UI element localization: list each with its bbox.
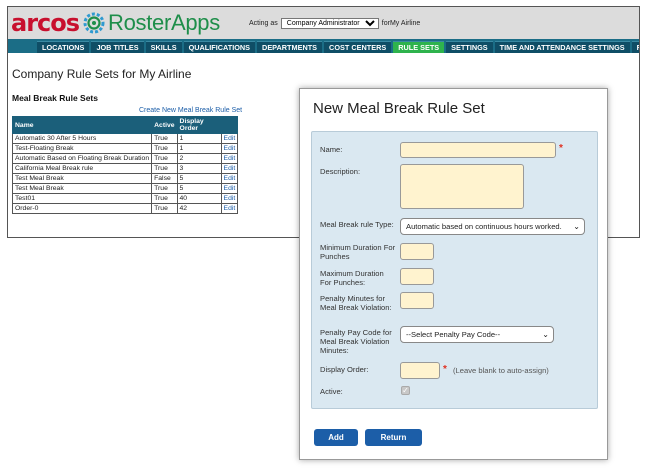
main-nav: LOCATIONS JOB TITLES SKILLS QUALIFICATIO…	[8, 39, 639, 53]
name-required-mark: *	[559, 143, 563, 154]
edit-link[interactable]: Edit	[220, 183, 239, 194]
arcos-logo: arcos	[11, 9, 80, 37]
penalty-minutes-label: Penalty Minutes for Meal Break Violation…	[320, 294, 392, 312]
tab-locations[interactable]: LOCATIONS	[37, 41, 90, 53]
penalty-code-selected-value: --Select Penalty Pay Code--	[406, 330, 501, 339]
rule-set-form: Name: * Description: Meal Break rule Typ…	[311, 131, 598, 409]
rule-order: 42	[176, 203, 222, 214]
rule-active: True	[151, 153, 178, 164]
tab-cost-centers[interactable]: COST CENTERS	[324, 41, 392, 53]
table-row: Test Meal Break True 5 Edit	[11, 183, 239, 194]
rule-name: Automatic 30 After 5 Hours	[11, 133, 153, 144]
tab-departments[interactable]: DEPARTMENTS	[257, 41, 323, 53]
penalty-code-select[interactable]: --Select Penalty Pay Code-- ⌄	[400, 326, 554, 343]
rule-order: 3	[176, 163, 222, 174]
tab-job-titles[interactable]: JOB TITLES	[91, 41, 144, 53]
meal-break-rules-table: Name Active Display Order Automatic 30 A…	[11, 116, 239, 214]
tab-qualifications[interactable]: QUALIFICATIONS	[183, 41, 256, 53]
table-header-row: Name Active Display Order	[11, 116, 239, 134]
rule-type-select[interactable]: Automatic based on continuous hours work…	[400, 218, 585, 235]
rule-order: 2	[176, 153, 222, 164]
page-title: Company Rule Sets for My Airline	[12, 67, 192, 81]
rule-active: True	[151, 183, 178, 194]
table-row: Test Meal Break False 5 Edit	[11, 173, 239, 184]
tab-reports[interactable]: REPORTS	[631, 41, 639, 53]
rule-order: 40	[176, 193, 222, 204]
rule-order: 1	[176, 133, 222, 144]
column-header-name: Name	[11, 116, 153, 134]
acting-as-label: Acting as	[249, 20, 278, 27]
column-header-display-order: Display Order	[176, 116, 222, 134]
rosterapps-logo: RosterApps	[108, 10, 220, 35]
rule-active: True	[151, 203, 178, 214]
active-label: Active:	[320, 387, 343, 396]
rule-type-label: Meal Break rule Type:	[320, 220, 394, 229]
active-checkbox[interactable]: ✓	[401, 386, 410, 395]
app-header: arcos RosterApps Acting as Company Admin…	[8, 7, 639, 39]
rule-active: False	[151, 173, 178, 184]
description-label: Description:	[320, 167, 361, 176]
dialog-title: New Meal Break Rule Set	[313, 100, 485, 117]
rule-name: Automatic Based on Floating Break Durati…	[11, 153, 153, 164]
gear-logo-icon	[83, 12, 105, 34]
column-header-active: Active	[151, 116, 178, 134]
description-textarea[interactable]	[400, 164, 524, 209]
display-order-required-mark: *	[443, 364, 447, 375]
acting-for-label: forMy Airline	[381, 20, 421, 27]
rule-active: True	[151, 163, 178, 174]
column-header-action	[220, 116, 239, 134]
min-duration-input[interactable]	[400, 243, 434, 260]
tab-settings[interactable]: SETTINGS	[446, 41, 493, 53]
chevron-down-icon: ⌄	[573, 222, 580, 231]
table-row: Automatic 30 After 5 Hours True 1 Edit	[11, 133, 239, 144]
rule-name: California Meal Break rule	[11, 163, 153, 174]
rule-order: 5	[176, 183, 222, 194]
rule-active: True	[151, 193, 178, 204]
chevron-down-icon: ⌄	[542, 330, 549, 339]
table-row: Test-Floating Break True 1 Edit	[11, 143, 239, 154]
max-duration-input[interactable]	[400, 268, 434, 285]
rule-name: Test01	[11, 193, 153, 204]
acting-as: Acting as Company Administrator forMy Ai…	[249, 18, 420, 29]
create-rule-set-link[interactable]: Create New Meal Break Rule Set	[139, 107, 242, 114]
name-label: Name:	[320, 145, 343, 154]
rule-name: Test Meal Break	[11, 183, 153, 194]
table-row: California Meal Break rule True 3 Edit	[11, 163, 239, 174]
tab-rule-sets[interactable]: RULE SETS	[393, 41, 445, 53]
rule-name: Order-0	[11, 203, 153, 214]
table-row: Order-0 True 42 Edit	[11, 203, 239, 214]
new-rule-set-dialog: New Meal Break Rule Set Name: * Descript…	[299, 88, 608, 460]
rule-active: True	[151, 143, 178, 154]
edit-link[interactable]: Edit	[220, 143, 239, 154]
add-button[interactable]: Add	[314, 429, 358, 446]
edit-link[interactable]: Edit	[220, 193, 239, 204]
table-row: Test01 True 40 Edit	[11, 193, 239, 204]
penalty-minutes-input[interactable]	[400, 292, 434, 309]
edit-link[interactable]: Edit	[220, 153, 239, 164]
penalty-code-label: Penalty Pay Code for Meal Break Violatio…	[320, 328, 392, 355]
rule-order: 5	[176, 173, 222, 184]
rule-name: Test-Floating Break	[11, 143, 153, 154]
table-row: Automatic Based on Floating Break Durati…	[11, 153, 239, 164]
acting-role-select[interactable]: Company Administrator	[280, 18, 379, 29]
display-order-label: Display Order:	[320, 365, 369, 374]
rule-order: 1	[176, 143, 222, 154]
max-duration-label: Maximum Duration For Punches:	[320, 269, 384, 287]
tab-skills[interactable]: SKILLS	[145, 41, 182, 53]
min-duration-label: Minimum Duration For Punches	[320, 243, 396, 261]
edit-link[interactable]: Edit	[220, 133, 239, 144]
return-button[interactable]: Return	[365, 429, 422, 446]
display-order-input[interactable]	[400, 362, 440, 379]
edit-link[interactable]: Edit	[220, 173, 239, 184]
display-order-hint: (Leave blank to auto-assign)	[453, 366, 549, 375]
checkmark-icon: ✓	[402, 386, 409, 395]
rule-active: True	[151, 133, 178, 144]
section-title: Meal Break Rule Sets	[12, 93, 98, 103]
edit-link[interactable]: Edit	[220, 163, 239, 174]
rule-type-selected-value: Automatic based on continuous hours work…	[406, 222, 562, 231]
rule-name: Test Meal Break	[11, 173, 153, 184]
name-input[interactable]	[400, 142, 556, 158]
tab-time-and-attendance-settings[interactable]: TIME AND ATTENDANCE SETTINGS	[494, 41, 630, 53]
edit-link[interactable]: Edit	[220, 203, 239, 214]
